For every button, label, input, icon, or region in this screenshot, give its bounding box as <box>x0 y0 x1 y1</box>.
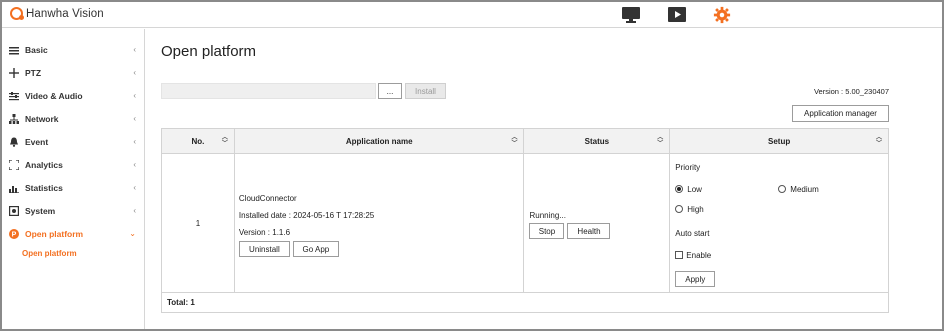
chevron-left-icon: ‹ <box>133 91 136 100</box>
row-number: 1 <box>161 153 235 293</box>
main-content: Open platform ... Install Version : 5.00… <box>146 29 942 329</box>
status-cell: Running... Stop Health <box>523 153 671 293</box>
chevron-left-icon: ‹ <box>133 114 136 123</box>
priority-label: Priority <box>675 163 701 172</box>
enable-checkbox[interactable]: Enable <box>675 250 711 260</box>
brand-logo[interactable]: Hanwha Vision <box>10 7 104 20</box>
go-app-button[interactable]: Go App <box>292 241 339 257</box>
priority-medium-radio[interactable]: Medium <box>778 184 819 194</box>
table-total: Total: 1 <box>161 292 889 313</box>
sidebar-item-basic[interactable]: Basic ‹ <box>2 40 145 60</box>
setup-cell: Priority Low Medium High Auto start Enab… <box>669 153 889 293</box>
sidebar-item-label: Network <box>25 114 59 124</box>
sidebar-item-label: Analytics <box>25 160 63 170</box>
settings-gear-icon[interactable] <box>712 6 732 24</box>
status-text: Running... <box>529 211 566 220</box>
sidebar: Basic ‹ PTZ ‹ Video & Audio ‹ Network ‹ … <box>2 29 145 329</box>
column-header-application-name[interactable]: Application name ︿ ﹀ <box>233 128 525 154</box>
top-bar: Hanwha Vision <box>2 2 942 28</box>
sliders-icon <box>9 91 19 101</box>
analytics-icon <box>9 160 19 170</box>
column-header-setup[interactable]: Setup ︿ ﹀ <box>669 128 889 154</box>
hanwha-logo-icon <box>10 7 24 20</box>
sidebar-item-system[interactable]: System ‹ <box>2 201 145 221</box>
ptz-icon <box>9 68 19 78</box>
sidebar-item-ptz[interactable]: PTZ ‹ <box>2 63 145 83</box>
chevron-left-icon: ‹ <box>133 45 136 54</box>
apply-button[interactable]: Apply <box>675 271 716 287</box>
priority-high-radio[interactable]: High <box>675 204 704 214</box>
auto-start-label: Auto start <box>675 229 710 238</box>
browse-button[interactable]: ... <box>378 83 402 99</box>
sidebar-item-label: Event <box>25 137 49 147</box>
chevron-left-icon: ‹ <box>133 137 136 146</box>
system-icon <box>9 206 19 216</box>
chevron-down-icon: ⌄ <box>129 229 136 238</box>
sidebar-item-label: Basic <box>25 45 48 55</box>
sidebar-item-open-platform[interactable]: P Open platform ⌄ <box>2 224 145 244</box>
sidebar-item-statistics[interactable]: Statistics ‹ <box>2 178 145 198</box>
page-title: Open platform <box>161 43 257 60</box>
column-header-no[interactable]: No. ︿ ﹀ <box>161 128 235 154</box>
application-cell: CloudConnector Installed date : 2024-05-… <box>233 153 525 293</box>
list-icon <box>9 45 19 55</box>
column-header-status[interactable]: Status ︿ ﹀ <box>523 128 671 154</box>
chevron-left-icon: ‹ <box>133 68 136 77</box>
chevron-left-icon: ‹ <box>133 160 136 169</box>
sort-icon: ︿ ﹀ <box>875 135 882 147</box>
app-name: CloudConnector <box>238 194 297 203</box>
sidebar-item-label: System <box>25 206 56 216</box>
radio-icon <box>778 184 787 193</box>
radio-icon <box>675 204 684 213</box>
application-manager-button[interactable]: Application manager <box>792 105 889 122</box>
brand-name: Hanwha Vision <box>26 7 104 20</box>
bar-chart-icon <box>9 183 19 193</box>
priority-low-radio[interactable]: Low <box>675 184 702 194</box>
health-button[interactable]: Health <box>567 223 611 239</box>
table-row: 1 CloudConnector Installed date : 2024-0… <box>161 153 889 293</box>
stop-button[interactable]: Stop <box>529 223 565 239</box>
sidebar-subitem-open-platform[interactable]: Open platform <box>22 249 77 258</box>
chevron-left-icon: ‹ <box>133 183 136 192</box>
sidebar-item-analytics[interactable]: Analytics ‹ <box>2 155 145 175</box>
applications-table: No. ︿ ﹀ Application name ︿ ﹀ Status ︿ ﹀ Setup ︿… <box>161 128 889 313</box>
uninstall-button[interactable]: Uninstall <box>238 241 290 257</box>
sidebar-item-label: Statistics <box>25 183 63 193</box>
sidebar-item-event[interactable]: Event ‹ <box>2 132 145 152</box>
app-version: Version : 1.1.6 <box>238 228 291 237</box>
firmware-version: Version : 5.00_230407 <box>813 87 889 96</box>
installed-date: Installed date : 2024-05-16 T 17:28:25 <box>238 211 375 220</box>
network-icon <box>9 114 19 124</box>
radio-selected-icon <box>675 184 684 193</box>
open-platform-icon: P <box>9 229 19 239</box>
file-path-input[interactable] <box>161 83 376 99</box>
sidebar-item-network[interactable]: Network ‹ <box>2 109 145 129</box>
install-button[interactable]: Install <box>405 83 446 99</box>
sidebar-item-label: Video & Audio <box>25 91 83 101</box>
svg-text:P: P <box>12 232 17 239</box>
sidebar-item-label: Open platform <box>25 229 84 239</box>
sidebar-item-label: PTZ <box>25 68 42 78</box>
playback-icon[interactable] <box>667 6 687 24</box>
chevron-left-icon: ‹ <box>133 206 136 215</box>
checkbox-icon <box>675 250 684 259</box>
sidebar-item-video-audio[interactable]: Video & Audio ‹ <box>2 86 145 106</box>
monitor-icon[interactable] <box>621 6 641 24</box>
bell-icon <box>9 137 19 147</box>
sort-icon: ︿ ﹀ <box>511 135 518 147</box>
sort-icon: ︿ ﹀ <box>221 135 228 147</box>
sort-icon: ︿ ﹀ <box>657 135 664 147</box>
